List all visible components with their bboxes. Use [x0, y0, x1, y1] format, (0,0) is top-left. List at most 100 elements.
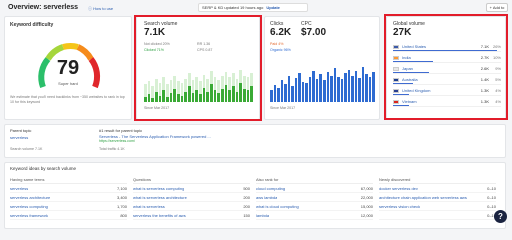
ideas-keyword[interactable]: architecture chain application web serve…	[379, 195, 467, 200]
ideas-row[interactable]: architecture chain application web serve…	[379, 193, 496, 202]
ideas-volume: 67,000	[360, 185, 373, 191]
ideas-row[interactable]: what is cloud computing 15,000	[256, 202, 373, 211]
status-text: SERP & KD updated 19 hours ago	[202, 5, 264, 10]
ideas-row[interactable]: serverless the benefits of aws 150	[133, 211, 250, 220]
clicks-bar	[301, 81, 305, 102]
ideas-row[interactable]: lambda 12,000	[256, 211, 373, 220]
update-link[interactable]: Update	[266, 5, 280, 10]
clicks-bar	[298, 73, 301, 102]
ideas-keyword[interactable]: serverless architecture	[10, 195, 50, 200]
ideas-keyword[interactable]: what is serverless computing	[133, 186, 184, 191]
ideas-row[interactable]: serverless framework 800	[10, 211, 127, 220]
result-traffic: Total traffic 4.1K	[99, 147, 125, 151]
ideas-volume: 200	[243, 203, 250, 209]
parent-sv: Search volume 7.1K	[10, 147, 43, 151]
global-volume-highlight	[384, 14, 508, 120]
ideas-volume: 150	[243, 212, 250, 218]
parent-keyword-link[interactable]: serverless	[10, 135, 28, 140]
clicks-bar	[312, 70, 315, 102]
ideas-volume: 15,000	[360, 203, 373, 209]
ideas-title: Keyword ideas by search volume	[10, 166, 77, 171]
kd-title: Keyword difficulty	[10, 22, 54, 28]
ideas-volume: 800	[120, 212, 127, 218]
ideas-row[interactable]: serverless vision check 0–10	[379, 202, 496, 211]
ideas-volume: 0–10	[487, 194, 496, 200]
clicks-bar	[337, 76, 340, 102]
parent-title: Parent topic	[10, 128, 32, 133]
help-icon[interactable]: ?	[494, 210, 507, 223]
how-to-use-link[interactable]: ⓘ How to use	[88, 6, 113, 12]
clicks-bar	[340, 79, 344, 102]
ideas-column: Also rank for cloud computing 67,000 aws la…	[256, 177, 373, 229]
clicks-bar	[273, 85, 277, 102]
ideas-keyword[interactable]: serverless framework	[10, 213, 48, 218]
ideas-keyword[interactable]: cloud computing	[256, 186, 285, 191]
clicks-organic: Organic 96%	[270, 48, 291, 52]
ideas-volume: 22,000	[360, 194, 373, 200]
clicks-bar	[305, 82, 308, 102]
ideas-volume: 1,700	[116, 203, 127, 209]
ideas-keyword[interactable]: serverless the benefits of aws	[133, 213, 186, 218]
ideas-keyword[interactable]: what is serverless	[133, 204, 165, 209]
page-title: Overview: serverless	[8, 4, 79, 11]
ideas-row[interactable]: serverless architecture 3,400	[10, 193, 127, 202]
ideas-column-title: Also rank for	[256, 177, 373, 184]
clicks-bar	[354, 70, 358, 102]
add-to-button[interactable]: + Add to	[486, 3, 508, 12]
clicks-bar	[344, 73, 347, 102]
ideas-column: Having same terms serverless 7,100 serverle…	[10, 177, 127, 229]
clicks-bar	[326, 72, 330, 102]
clicks-bar	[294, 78, 298, 102]
ideas-row[interactable]: 0–10	[379, 211, 496, 220]
ideas-row[interactable]: what is serverless architecture 200	[133, 193, 250, 202]
clicks-bar	[277, 87, 280, 102]
ideas-column: Newly discovered docker serverless dev 0–1…	[379, 177, 496, 229]
result-url[interactable]: https://serverless.com/	[99, 139, 135, 143]
ideas-column-title: Newly discovered	[379, 177, 496, 184]
clicks-cpc-card: Clicks 6.2K CPC $7.00 Paid 4% Organic 96…	[264, 16, 380, 120]
clicks-bar	[323, 80, 326, 102]
clicks-bar	[361, 67, 365, 102]
ideas-row[interactable]: serverless 7,100	[10, 184, 127, 193]
ideas-row[interactable]: serverless computing 1,700	[10, 202, 127, 211]
clicks-since: Since Mar 2017	[270, 106, 296, 110]
kd-value: 79	[56, 57, 80, 79]
ideas-row[interactable]: docker serverless dev 0–10	[379, 184, 496, 193]
clicks-bar	[315, 79, 319, 102]
ideas-volume: 500	[243, 185, 250, 191]
ideas-keyword[interactable]: what is serverless architecture	[133, 195, 187, 200]
clicks-bar	[333, 68, 337, 102]
ideas-row[interactable]: what is serverless 200	[133, 202, 250, 211]
search-volume-highlight	[134, 15, 262, 121]
cpc-value: $7.00	[301, 27, 327, 38]
kd-note: We estimate that you'll need backlinks f…	[10, 95, 125, 104]
clicks-bar	[351, 75, 354, 102]
parent-topic-card: Parent topic serverless Search volume 7.…	[4, 124, 506, 158]
ideas-keyword[interactable]: aws lambda	[256, 195, 277, 200]
ideas-keyword[interactable]: lambda	[256, 213, 269, 218]
ideas-keyword[interactable]: what is cloud computing	[256, 204, 299, 209]
ideas-column-title: Questions	[133, 177, 250, 184]
status-badge: SERP & KD updated 19 hours ago Update	[198, 3, 308, 12]
ideas-volume: 3,400	[116, 194, 127, 200]
ideas-volume: 7,100	[116, 185, 127, 191]
clicks-bar-chart	[270, 65, 376, 102]
ideas-columns: Having same terms serverless 7,100 serverle…	[10, 177, 502, 229]
ideas-row[interactable]: cloud computing 67,000	[256, 184, 373, 193]
clicks-bar	[319, 74, 322, 102]
how-to-label: How to use	[93, 6, 114, 11]
ideas-keyword[interactable]: serverless vision check	[379, 204, 420, 209]
clicks-value: 6.2K	[270, 27, 292, 38]
ideas-row[interactable]: aws lambda 22,000	[256, 193, 373, 202]
result-title: #1 result for parent topic	[99, 128, 143, 133]
clicks-bar	[358, 78, 361, 102]
ideas-row[interactable]: what is serverless computing 500	[133, 184, 250, 193]
kd-rating: Super hard	[58, 81, 78, 86]
clicks-bar	[347, 69, 351, 102]
ideas-column-title: Having same terms	[10, 177, 127, 184]
clicks-bar	[291, 86, 294, 102]
clicks-bar	[308, 76, 312, 102]
ideas-keyword[interactable]: docker serverless dev	[379, 186, 418, 191]
ideas-keyword[interactable]: serverless	[10, 186, 28, 191]
ideas-keyword[interactable]: serverless computing	[10, 204, 48, 209]
